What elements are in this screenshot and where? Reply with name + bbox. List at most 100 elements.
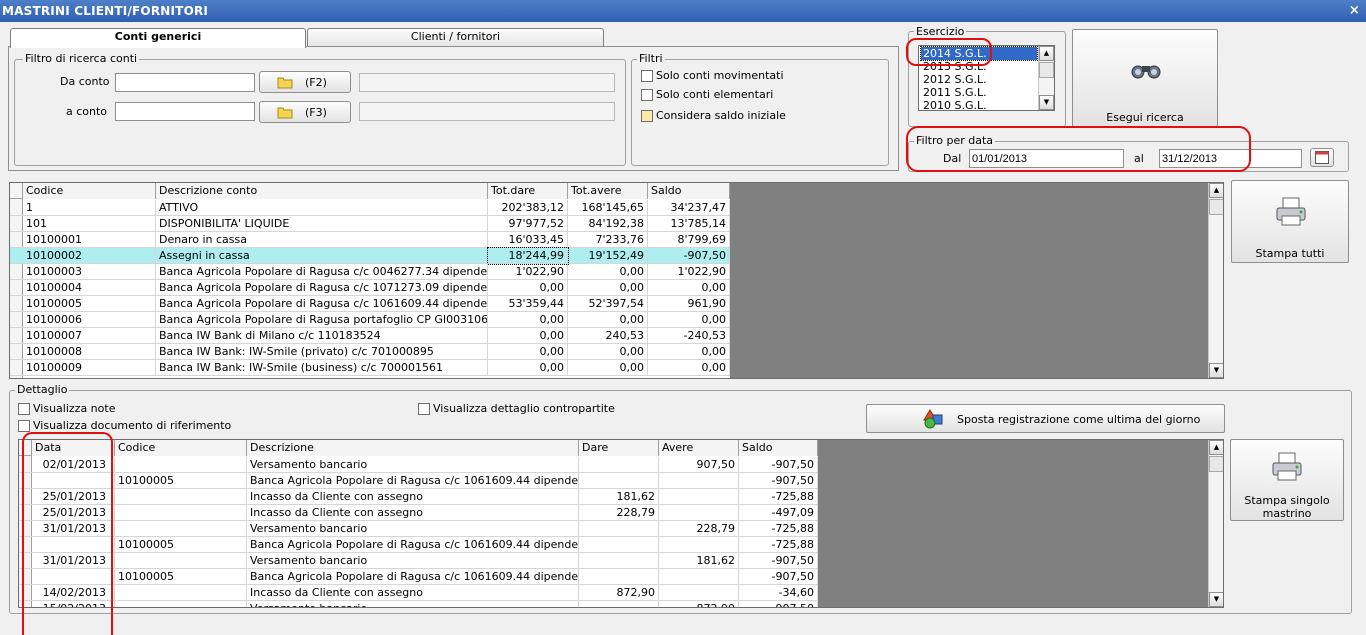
table-cell-avere: 7'233,76 — [568, 232, 648, 248]
detail-group-label: Dettaglio — [15, 383, 70, 396]
column-header[interactable]: Tot.dare — [488, 183, 568, 199]
from-account-label: Da conto — [60, 75, 110, 88]
column-header[interactable]: Codice — [115, 440, 247, 456]
column-header[interactable]: Descrizione conto — [156, 183, 488, 199]
table-row[interactable]: 25/01/2013 Incasso da Cliente con assegno… — [19, 505, 818, 521]
column-header[interactable]: Dare — [579, 440, 659, 456]
table-cell-codice — [115, 457, 247, 473]
table-row[interactable]: 25/01/2013 Incasso da Cliente con assegno… — [19, 489, 818, 505]
scroll-down-button[interactable]: ▼ — [1209, 363, 1223, 378]
checkbox-box[interactable] — [18, 419, 30, 432]
show-notes-checkbox[interactable]: Visualizza note — [18, 402, 115, 415]
filter-elementari-checkbox[interactable]: Solo conti elementari — [641, 88, 773, 101]
table-row[interactable]: 10100005 Banca Agricola Popolare di Ragus… — [19, 473, 818, 489]
scroll-thumb[interactable] — [1209, 456, 1223, 472]
table-row[interactable]: 10100008 Banca IW Bank: IW-Smile (privato… — [10, 344, 730, 360]
table-row[interactable]: 15/02/2013Versamento bancario872,90-907,… — [19, 601, 818, 607]
show-contra-checkbox[interactable]: Visualizza dettaglio contropartite — [418, 402, 615, 415]
table-cell-avere: 168'145,65 — [568, 200, 648, 216]
table-cell-saldo: -907,50 — [739, 473, 818, 489]
table-cell-saldo: -907,50 — [739, 601, 818, 607]
esercizio-item[interactable]: 2011 S.G.L. — [921, 86, 1033, 99]
show-document-checkbox[interactable]: Visualizza documento di riferimento — [18, 419, 231, 432]
column-header[interactable]: Saldo — [739, 440, 818, 456]
to-account-input[interactable] — [115, 102, 255, 121]
checkbox-box[interactable] — [18, 402, 30, 415]
column-header[interactable]: Descrizione — [247, 440, 579, 456]
move-entry-button[interactable]: Sposta registrazione come ultima del gio… — [866, 404, 1225, 433]
checkbox-box[interactable] — [641, 69, 653, 82]
annotation-highlight — [22, 432, 113, 635]
table-row[interactable]: 10100003 Banca Agricola Popolare di Ragus… — [10, 264, 730, 280]
table-row[interactable]: 31/01/2013 Versamento bancario 181,62 -907,… — [19, 553, 818, 569]
column-header[interactable]: Tot.avere — [568, 183, 648, 199]
table-cell-saldo: 0,00 — [648, 280, 730, 296]
accounts-scrollbar[interactable]: ▲ ▼ — [1208, 183, 1223, 378]
table-cell-dare: 202'383,12 — [488, 200, 568, 216]
checkbox-box[interactable] — [641, 88, 653, 101]
column-header[interactable]: Codice — [23, 183, 156, 199]
from-account-input[interactable] — [115, 73, 255, 92]
column-header[interactable]: Saldo — [648, 183, 730, 199]
table-row[interactable]: 10100007 Banca IW Bank di Milano c/c 1101… — [10, 328, 730, 344]
table-cell-avere — [659, 505, 739, 521]
show-contra-label: Visualizza dettaglio contropartite — [433, 402, 615, 415]
table-cell-dare — [579, 473, 659, 489]
table-row[interactable]: 10100005 Banca Agricola Popolare di Ragus… — [19, 569, 818, 585]
close-button[interactable]: × — [1349, 0, 1360, 22]
table-row[interactable]: 02/01/2013 Versamento bancario 907,50 -907,… — [19, 457, 818, 473]
table-row[interactable]: 10100004 Banca Agricola Popolare di Ragus… — [10, 280, 730, 296]
scroll-thumb[interactable] — [1039, 62, 1054, 78]
table-row[interactable]: 10100005 Banca Agricola Popolare di Ragus… — [19, 537, 818, 553]
column-header[interactable]: Avere — [659, 440, 739, 456]
table-cell-avere: 0,00 — [568, 312, 648, 328]
grid-empty-area — [730, 183, 1208, 378]
detail-grid[interactable]: Data Codice Descrizione Dare Avere Saldo… — [18, 439, 1224, 608]
filter-movimentati-checkbox[interactable]: Solo conti movimentati — [641, 69, 784, 82]
table-row[interactable]: 10100009 Banca IW Bank: IW-Smile (busines… — [10, 360, 730, 376]
esercizio-item[interactable]: 2010 S.G.L. — [921, 99, 1033, 112]
table-cell-dare: 228,79 — [579, 505, 659, 521]
filter-saldo-iniziale-checkbox[interactable]: Considera saldo iniziale — [641, 109, 786, 122]
scroll-up-button[interactable]: ▲ — [1209, 440, 1223, 455]
table-cell-avere: 0,00 — [568, 344, 648, 360]
print-single-button[interactable]: Stampa singolo mastrino — [1230, 439, 1344, 521]
table-row[interactable]: 10100002 Assegni in cassa 18'244,99 19'152,… — [10, 247, 730, 265]
scroll-down-button[interactable]: ▼ — [1039, 95, 1054, 110]
from-account-button[interactable]: (F2) — [259, 71, 351, 93]
from-account-description — [359, 73, 615, 92]
table-cell-codice: 10100007 — [23, 328, 156, 344]
tab-clienti-fornitori[interactable]: Clienti / fornitori — [307, 28, 604, 46]
table-cell-dare: 0,00 — [488, 328, 568, 344]
scroll-up-button[interactable]: ▲ — [1039, 46, 1054, 61]
table-row[interactable]: 101 DISPONIBILITA' LIQUIDE 97'977,52 84'192… — [10, 216, 730, 232]
table-row[interactable]: 1 ATTIVO 202'383,12 168'145,65 34'237,47 — [10, 200, 730, 216]
accounts-grid[interactable]: Codice Descrizione conto Tot.dare Tot.av… — [9, 182, 1224, 379]
table-cell-codice: 10100005 — [115, 473, 247, 489]
table-cell-avere — [659, 473, 739, 489]
scroll-thumb[interactable] — [1209, 199, 1223, 215]
table-row[interactable]: 10100005 Banca Agricola Popolare di Ragus… — [10, 296, 730, 312]
detail-scrollbar[interactable]: ▲ ▼ — [1208, 440, 1223, 607]
table-cell-dare: 97'977,52 — [488, 216, 568, 232]
scroll-up-button[interactable]: ▲ — [1209, 183, 1223, 198]
table-row[interactable]: 14/02/2013 Incasso da Cliente con assegno… — [19, 585, 818, 601]
search-button[interactable]: Esegui ricerca — [1072, 29, 1218, 127]
checkbox-box[interactable] — [641, 109, 653, 122]
scroll-down-button[interactable]: ▼ — [1209, 592, 1223, 607]
to-account-button[interactable]: (F3) — [259, 101, 351, 123]
esercizio-scrollbar[interactable]: ▲ ▼ — [1038, 46, 1054, 110]
table-cell-codice: 10100008 — [23, 344, 156, 360]
tab-conti-generici[interactable]: Conti generici — [10, 28, 306, 48]
table-cell-saldo: 8'799,69 — [648, 232, 730, 248]
table-cell-codice — [115, 505, 247, 521]
esercizio-item[interactable]: 2012 S.G.L. — [921, 73, 1033, 86]
table-row[interactable]: 10100001 Denaro in cassa 16'033,45 7'233,76… — [10, 232, 730, 248]
table-row[interactable]: 10100006 Banca Agricola Popolare di Ragus… — [10, 312, 730, 328]
checkbox-box[interactable] — [418, 402, 430, 415]
table-cell-dare: 181,62 — [579, 489, 659, 505]
calendar-button[interactable] — [1310, 148, 1334, 167]
table-cell-avere — [659, 537, 739, 553]
table-row[interactable]: 31/01/2013 Versamento bancario 228,79 -725,… — [19, 521, 818, 537]
print-all-button[interactable]: Stampa tutti — [1231, 180, 1349, 263]
